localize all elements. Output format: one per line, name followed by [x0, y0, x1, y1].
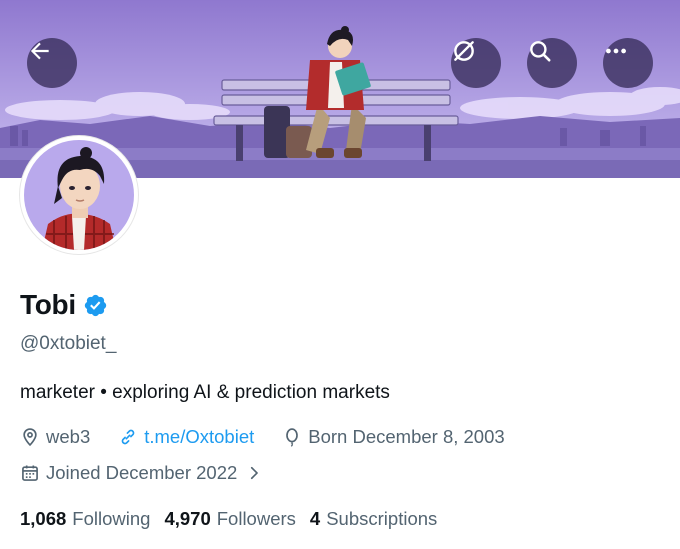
chevron-right-icon: [251, 466, 259, 480]
link-icon: [121, 429, 135, 445]
location-pin-icon: [23, 428, 37, 447]
subscriptions-stat[interactable]: 4 Subscriptions: [310, 508, 437, 530]
joined-item[interactable]: Joined December 2022: [20, 462, 263, 484]
back-button[interactable]: [27, 38, 77, 88]
followers-label: Followers: [216, 508, 296, 529]
subscriptions-count: 4: [309, 508, 321, 529]
calendar-icon: [22, 465, 38, 481]
profile-handle: @0xtobiet_: [20, 333, 117, 354]
birthday-text: Born December 8, 2003: [308, 426, 505, 447]
avatar-image: [24, 140, 134, 250]
followers-count: 4,970: [164, 508, 211, 529]
following-stat[interactable]: 1,068 Following: [20, 508, 150, 530]
birthday-item: Born December 8, 2003: [282, 426, 505, 448]
more-dots-icon: [606, 48, 626, 54]
profile-stats: 1,068 Following 4,970 Followers 4 Subscr…: [20, 508, 451, 530]
subscriptions-label: Subscriptions: [326, 508, 438, 529]
grok-button[interactable]: [451, 38, 501, 88]
website-item[interactable]: t.me/Oxtobiet: [118, 426, 254, 448]
grok-slash-circle-icon: [454, 41, 474, 61]
website-link[interactable]: t.me/Oxtobiet: [144, 426, 254, 448]
avatar[interactable]: [20, 136, 138, 254]
balloon-icon: [286, 428, 299, 447]
profile-meta-row: web3 t.me/Oxtobiet Born December 8, 2003: [20, 426, 533, 448]
verified-badge-icon[interactable]: [83, 293, 108, 318]
search-icon: [530, 41, 551, 62]
arrow-left-icon: [30, 42, 49, 60]
following-label: Following: [72, 508, 151, 529]
joined-row[interactable]: Joined December 2022: [20, 462, 291, 484]
followers-stat[interactable]: 4,970 Followers: [164, 508, 295, 530]
profile-name-row: Tobi: [20, 289, 108, 321]
search-button[interactable]: [527, 38, 577, 88]
joined-text: Joined December 2022: [46, 462, 238, 483]
location-text: web3: [46, 426, 91, 447]
display-name: Tobi: [20, 289, 76, 320]
more-button[interactable]: [603, 38, 653, 88]
following-count: 1,068: [20, 508, 67, 529]
profile-bio: marketer • exploring AI & prediction mar…: [20, 382, 390, 403]
location-item: web3: [20, 426, 90, 448]
